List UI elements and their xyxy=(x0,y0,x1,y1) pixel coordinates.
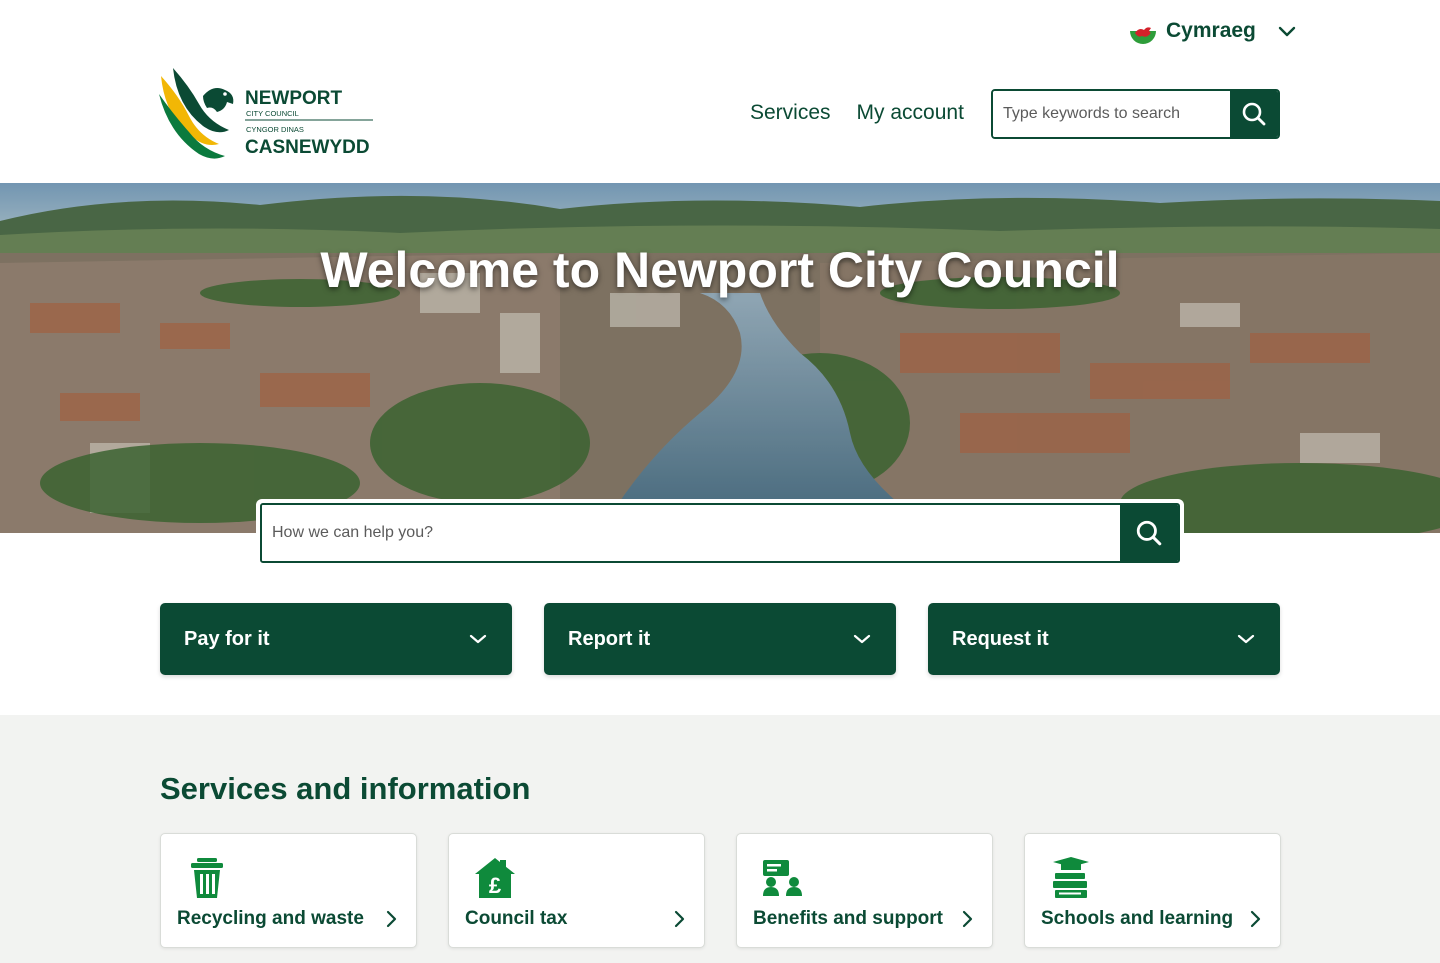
hero-banner xyxy=(0,183,1440,533)
header-search xyxy=(991,89,1280,139)
books-graduation-icon xyxy=(1053,857,1089,898)
chevron-right-icon xyxy=(962,910,973,928)
welsh-flag-icon xyxy=(1130,18,1156,44)
service-card-label: Schools and learning xyxy=(1041,908,1234,929)
svg-text:£: £ xyxy=(489,873,502,898)
search-icon xyxy=(1136,520,1162,546)
header-search-button[interactable] xyxy=(1230,91,1278,137)
newport-council-logo[interactable]: NEWPORT CITY COUNCIL CYNGOR DINAS CASNEW… xyxy=(159,66,379,162)
chevron-down-icon xyxy=(1237,634,1255,644)
chevron-down-icon xyxy=(1278,26,1296,37)
language-label: Cymraeg xyxy=(1166,19,1256,42)
service-card-recycling[interactable]: Recycling and waste xyxy=(160,833,417,948)
action-label: Report it xyxy=(568,627,651,650)
hero-search-input[interactable] xyxy=(262,505,1120,561)
request-it-dropdown[interactable]: Request it xyxy=(928,603,1280,675)
service-card-benefits[interactable]: Benefits and support xyxy=(736,833,993,948)
trash-bin-icon xyxy=(191,858,223,898)
chevron-down-icon xyxy=(853,634,871,644)
nav-my-account-link[interactable]: My account xyxy=(857,101,964,125)
hero-title: Welcome to Newport City Council xyxy=(320,242,1120,298)
house-pound-icon: £ xyxy=(475,858,515,898)
hero-image xyxy=(0,183,1440,533)
main-nav: Services My account xyxy=(750,101,964,125)
chevron-down-icon xyxy=(469,634,487,644)
language-selector[interactable]: Cymraeg xyxy=(1130,18,1298,44)
logo-line3: CYNGOR DINAS xyxy=(246,125,304,134)
chevron-right-icon xyxy=(1250,910,1261,928)
logo-line2: CITY COUNCIL xyxy=(246,109,299,118)
report-it-dropdown[interactable]: Report it xyxy=(544,603,896,675)
services-cards: Recycling and waste £ Council tax Benefi… xyxy=(160,833,1281,948)
services-title: Services and information xyxy=(160,771,531,806)
search-icon xyxy=(1242,102,1266,126)
pay-for-it-dropdown[interactable]: Pay for it xyxy=(160,603,512,675)
action-label: Pay for it xyxy=(184,627,270,650)
action-label: Request it xyxy=(952,627,1049,650)
chevron-right-icon xyxy=(386,910,397,928)
service-card-schools[interactable]: Schools and learning xyxy=(1024,833,1281,948)
hero-search-button[interactable] xyxy=(1120,505,1178,561)
service-card-label: Council tax xyxy=(465,908,568,929)
nav-services-link[interactable]: Services xyxy=(750,101,831,125)
hero-search xyxy=(256,499,1184,567)
logo-line1: NEWPORT xyxy=(245,88,343,109)
chevron-right-icon xyxy=(674,910,685,928)
service-card-council-tax[interactable]: £ Council tax xyxy=(448,833,705,948)
service-card-label: Benefits and support xyxy=(753,908,944,929)
service-card-label: Recycling and waste xyxy=(177,908,364,929)
people-support-icon xyxy=(763,860,802,896)
quick-actions: Pay for it Report it Request it xyxy=(160,603,1280,675)
header-search-input[interactable] xyxy=(993,91,1230,137)
logo-line4: CASNEWYDD xyxy=(245,137,370,158)
